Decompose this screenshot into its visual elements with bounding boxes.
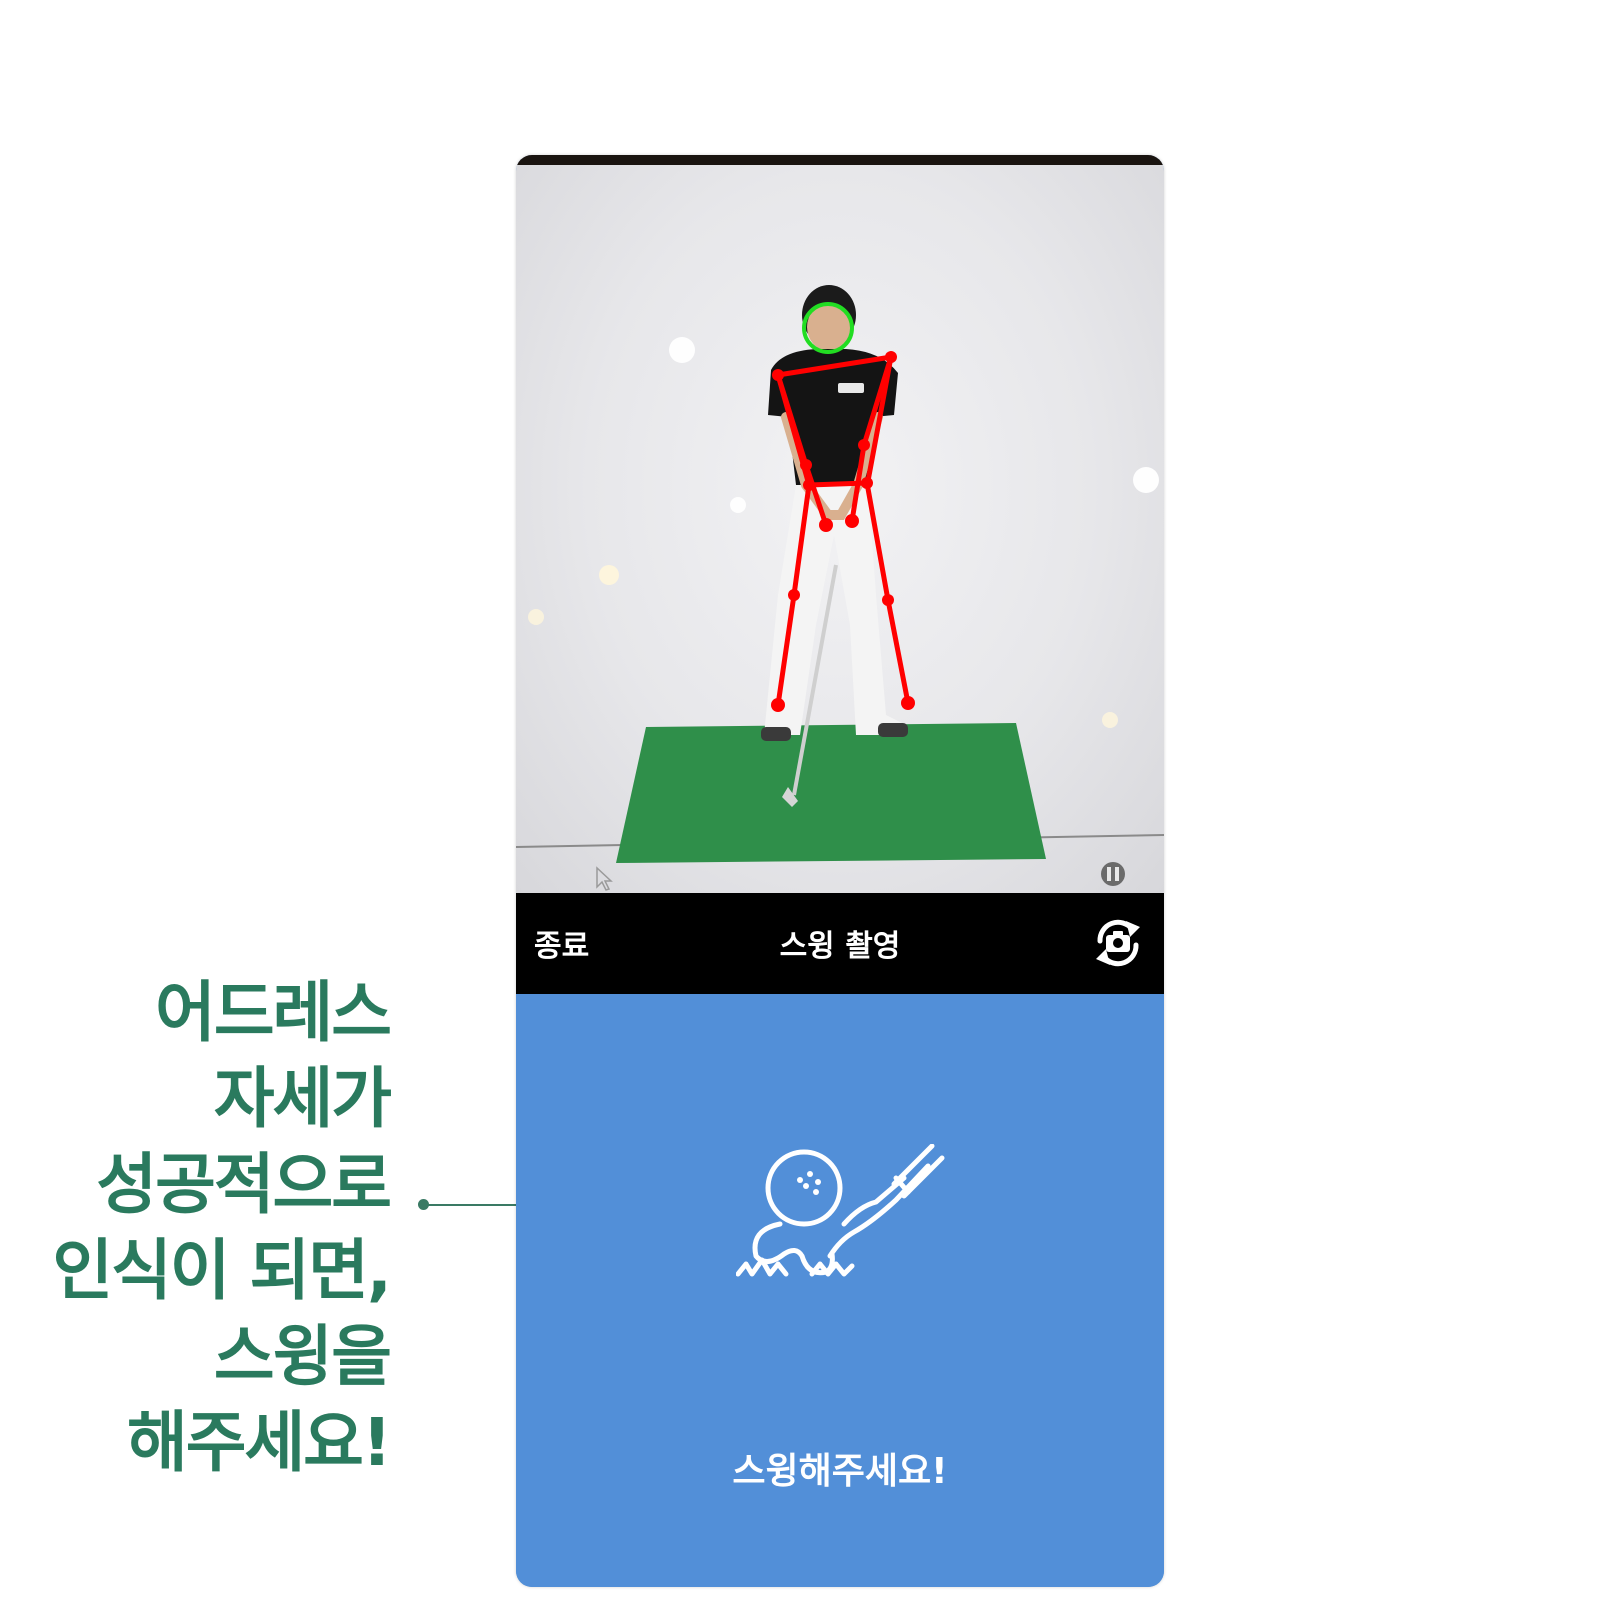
camera-scene xyxy=(516,155,1164,891)
swing-prompt: 스윙해주세요! xyxy=(732,1451,948,1492)
instruction-panel: 스윙해주세요! xyxy=(516,994,1164,1587)
studio-light xyxy=(599,565,619,585)
studio-light xyxy=(528,609,544,625)
callout-line: 스윙을 xyxy=(213,1318,392,1395)
studio-light xyxy=(669,337,695,363)
callout-line: 자세가 xyxy=(213,1060,392,1137)
callout-text: 어드레스 자세가 성공적으로 인식이 되면, 스윙을 해주세요! xyxy=(20,970,392,1486)
screen-title: 스윙 촬영 xyxy=(779,929,901,964)
studio-light xyxy=(1133,467,1159,493)
top-bar: 종료 스윙 촬영 xyxy=(516,893,1164,994)
callout-line: 해주세요! xyxy=(127,1404,392,1481)
top-edge xyxy=(516,155,1164,165)
pause-icon[interactable] xyxy=(1101,862,1125,886)
cursor-icon xyxy=(596,866,613,891)
studio-light xyxy=(730,497,746,513)
callout-line: 성공적으로 xyxy=(96,1146,392,1223)
phone-screen: 종료 스윙 촬영 스윙해주세요! xyxy=(516,155,1164,1587)
golf-ball-club-icon xyxy=(736,1144,945,1277)
studio-light xyxy=(1102,712,1118,728)
end-button[interactable]: 종료 xyxy=(534,921,589,965)
camera-preview xyxy=(516,155,1164,893)
camera-switch-icon[interactable] xyxy=(1086,911,1150,975)
callout-line: 인식이 되면, xyxy=(52,1232,392,1309)
golf-mat xyxy=(616,723,1046,863)
callout-line: 어드레스 xyxy=(155,974,392,1051)
